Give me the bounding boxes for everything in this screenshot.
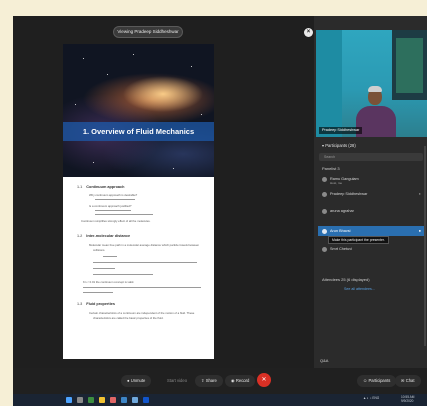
attendees-label[interactable]: Attendees 25 (6 displayed) [322, 277, 370, 282]
section-title: Inter-molecular distance [86, 234, 131, 238]
participants-header[interactable]: ▾ Participants (28) [322, 143, 356, 148]
participant-role: Host, me [330, 181, 343, 185]
close-icon[interactable]: × [304, 28, 313, 37]
see-all-attendees-link[interactable]: See all attendees... [344, 287, 375, 291]
participant-row[interactable]: aruna agrahar [318, 206, 425, 216]
chat-label: Chat [405, 378, 415, 383]
avatar [322, 229, 327, 234]
section-heading: 1.3 Fluid properties [77, 302, 115, 306]
unmute-label: Unmute [130, 378, 146, 383]
presenter-tooltip: Make this participant the presenter. [328, 236, 389, 244]
doc-text: Kn < 0.01 the continuum concept is valid… [83, 280, 135, 284]
share-label: Share [205, 378, 217, 383]
shared-document: 1. Overview of Fluid Mechanics 1.1 Contin… [63, 44, 214, 359]
text-line [95, 199, 135, 201]
start-icon[interactable] [66, 397, 72, 403]
participants-button[interactable]: ☺ Participants [357, 375, 397, 387]
video-background [396, 38, 423, 93]
participant-search-input[interactable]: Search [319, 153, 423, 161]
meeting-window: Viewing Pradeep Siddheshwar × Speaking: … [13, 16, 427, 406]
participant-name: Smrt Chetuvi [330, 247, 352, 251]
video-background [316, 30, 342, 137]
doc-text: Continuum simplifies strongly effect of … [81, 219, 151, 223]
text-line [95, 214, 153, 216]
participants-label: Participants [368, 378, 391, 383]
text-line [83, 287, 201, 289]
search-icon[interactable] [77, 397, 83, 403]
participant-row[interactable]: Smrt Chetuvi [318, 244, 425, 254]
right-panel: Pradeep Siddheshwar ▾ Participants (28) … [314, 16, 427, 368]
unmute-button[interactable]: ● Unmute [121, 375, 152, 387]
section-heading: 1.2 Inter-molecular distance [77, 234, 130, 238]
doc-text: collisions. [93, 248, 106, 252]
avatar [322, 192, 327, 197]
system-tray-icons[interactable]: ▲ ◐ ♪ ENG [363, 396, 379, 400]
scrollbar[interactable] [424, 146, 426, 346]
doc-text: Molecular mean free path in a molecular … [89, 243, 200, 247]
speaker-figure [368, 86, 382, 92]
participant-row[interactable]: Pradeep Siddheshwar ◖ [318, 189, 425, 199]
chat-button[interactable]: ✉ Chat [395, 375, 421, 387]
doc-text: Certain characteristics of a continuum a… [89, 311, 195, 315]
participants-title: Participants (28) [325, 143, 356, 148]
section-number: 1.2 [77, 234, 83, 238]
section-number: 1.3 [77, 302, 83, 306]
clock[interactable]: 10:55 AM 9/9/2020 [401, 395, 414, 403]
avatar [322, 209, 327, 214]
cover-image [63, 44, 214, 177]
participant-row[interactable]: Ramu Gangulam Host, me [318, 174, 425, 186]
clock-date: 9/9/2020 [401, 399, 414, 403]
app-icon[interactable] [110, 397, 116, 403]
doc-text: characteristics are called the basic pro… [93, 316, 164, 320]
share-button[interactable]: ⇧ Share [195, 375, 223, 387]
participant-name: aruna agrahar [330, 209, 354, 213]
microphone-icon: ◖ [418, 191, 421, 196]
text-line [93, 274, 153, 276]
participant-name: Arun Bhavsi [330, 229, 351, 233]
text-line [103, 256, 117, 258]
app-icon[interactable] [132, 397, 138, 403]
text-line [93, 268, 115, 270]
section-heading: 1.1 Continuum approach [77, 185, 124, 189]
webex-icon[interactable] [143, 397, 149, 403]
panelists-label[interactable]: Panelist 3 [322, 166, 340, 171]
participant-row[interactable]: Arun Bhavsi ● [318, 226, 425, 236]
doc-text: Is a continuum approach justified? [89, 204, 132, 208]
text-line [93, 262, 197, 264]
video-name-label: Pradeep Siddheshwar [319, 127, 363, 134]
more-options-button[interactable]: ... [241, 375, 249, 387]
text-line [83, 292, 113, 294]
os-taskbar: ▲ ◐ ♪ ENG 10:55 AM 9/9/2020 [13, 394, 427, 406]
qa-panel-label[interactable]: Q&A [320, 358, 328, 363]
app-icon[interactable] [88, 397, 94, 403]
folder-icon[interactable] [99, 397, 105, 403]
doc-text: Why continuum approach is desirable? [89, 193, 138, 197]
start-video-button[interactable]: Start video [161, 375, 193, 387]
document-title: 1. Overview of Fluid Mechanics [82, 127, 195, 136]
avatar [322, 247, 327, 252]
browser-icon[interactable] [121, 397, 127, 403]
more-options-icon[interactable]: ● [419, 226, 421, 236]
participant-name: Pradeep Siddheshwar [330, 192, 368, 196]
end-call-button[interactable]: ✕ [257, 373, 271, 387]
section-title: Fluid properties [86, 302, 115, 306]
viewing-banner[interactable]: Viewing Pradeep Siddheshwar [113, 26, 183, 38]
section-number: 1.1 [77, 185, 83, 189]
section-title: Continuum approach [86, 185, 125, 189]
text-line [95, 210, 131, 212]
avatar [322, 177, 327, 182]
video-tile[interactable]: Pradeep Siddheshwar [316, 30, 427, 137]
meeting-toolbar: ● Unmute Start video ⇧ Share ◉ Record ✕ … [13, 368, 427, 394]
